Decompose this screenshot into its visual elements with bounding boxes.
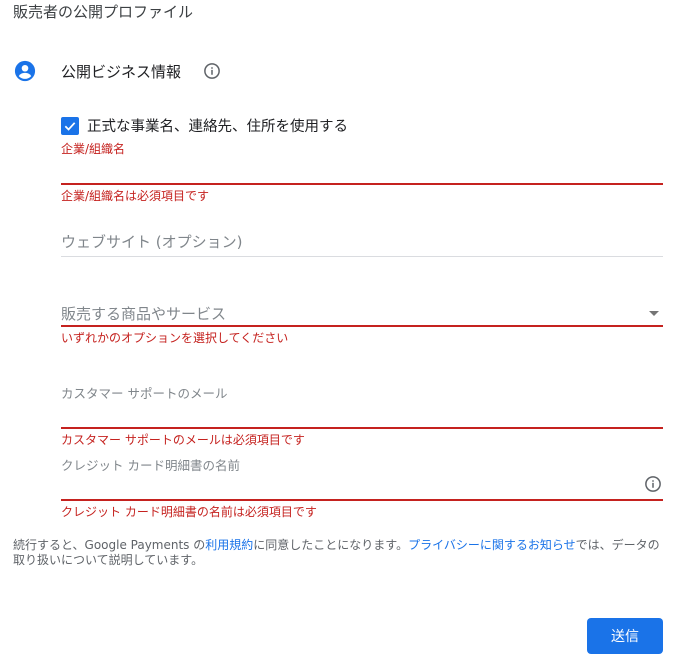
company-name-underline xyxy=(61,183,663,185)
check-icon xyxy=(64,121,76,131)
page-title: 販売者の公開プロファイル xyxy=(13,3,194,21)
info-icon[interactable] xyxy=(203,62,221,80)
official-info-checkbox[interactable]: 正式な事業名、連絡先、住所を使用する xyxy=(61,115,348,136)
terms-text-before: 続行すると、Google Payments の xyxy=(13,538,206,552)
website-input[interactable] xyxy=(61,230,641,252)
terms-text-middle: に同意したことになります。 xyxy=(253,538,409,552)
statement-name-input[interactable] xyxy=(61,477,641,497)
terms-of-service-link[interactable]: 利用規約 xyxy=(205,538,253,552)
statement-name-field[interactable]: クレジット カード明細書の名前 クレジット カード明細書の名前は必須項目です xyxy=(61,455,663,520)
section-title: 公開ビジネス情報 xyxy=(61,63,182,81)
support-email-field[interactable]: カスタマー サポートのメール カスタマー サポートのメールは必須項目です xyxy=(61,383,663,448)
products-placeholder: 販売する商品やサービス xyxy=(61,305,227,323)
dropdown-arrow-icon[interactable] xyxy=(649,311,659,316)
website-underline xyxy=(61,256,663,257)
support-email-label: カスタマー サポートのメール xyxy=(61,386,228,401)
website-field[interactable]: ウェブサイト (オプション) xyxy=(61,228,663,260)
company-name-field[interactable]: 企業/組織名 企業/組織名は必須項目です xyxy=(61,140,663,205)
submit-button[interactable]: 送信 xyxy=(587,618,663,654)
statement-name-label: クレジット カード明細書の名前 xyxy=(61,458,240,473)
company-name-error: 企業/組織名は必須項目です xyxy=(61,189,210,203)
support-email-underline xyxy=(61,427,663,429)
company-name-input[interactable] xyxy=(61,162,641,182)
privacy-notice-link[interactable]: プライバシーに関するお知らせ xyxy=(408,538,576,552)
support-email-input[interactable] xyxy=(61,405,641,425)
products-underline xyxy=(61,325,663,327)
checkbox-checked[interactable] xyxy=(61,116,79,135)
statement-name-underline xyxy=(61,499,663,501)
support-email-error: カスタマー サポートのメールは必須項目です xyxy=(61,433,305,447)
statement-name-error: クレジット カード明細書の名前は必須項目です xyxy=(61,505,317,519)
products-select[interactable]: 販売する商品やサービス いずれかのオプションを選択してください xyxy=(61,300,663,348)
terms-notice: 続行すると、Google Payments の利用規約に同意したことになります。… xyxy=(13,538,668,568)
section-header: 公開ビジネス情報 xyxy=(14,59,220,83)
account-circle-icon xyxy=(14,60,36,82)
products-error: いずれかのオプションを選択してください xyxy=(61,331,289,345)
company-name-label: 企業/組織名 xyxy=(61,142,126,156)
info-icon[interactable] xyxy=(644,475,662,493)
checkbox-label: 正式な事業名、連絡先、住所を使用する xyxy=(87,119,348,135)
